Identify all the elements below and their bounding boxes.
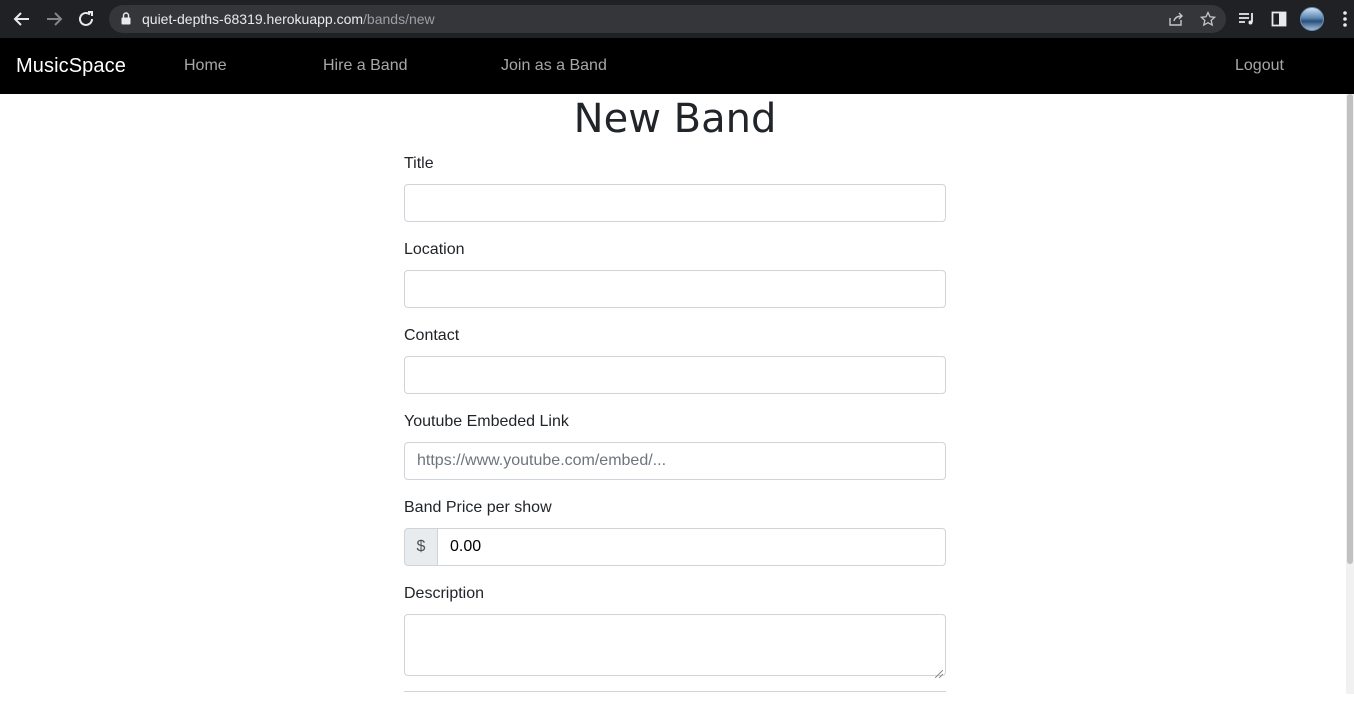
youtube-link-input[interactable]: https://www.youtube.com/embed/...	[404, 442, 946, 480]
price-label: Band Price per show	[404, 499, 552, 516]
title-input[interactable]	[404, 184, 946, 222]
location-input[interactable]	[404, 270, 946, 308]
next-field-edge	[404, 691, 946, 701]
resize-handle-icon[interactable]	[934, 665, 944, 679]
brand-logo[interactable]: MusicSpace	[16, 55, 126, 78]
page-title: New Band	[573, 96, 777, 142]
back-arrow-icon[interactable]	[10, 7, 34, 31]
price-input[interactable]: 0.00	[437, 528, 946, 566]
page-scrollbar[interactable]	[1346, 94, 1354, 694]
share-icon[interactable]	[1166, 9, 1186, 29]
description-label: Description	[404, 585, 485, 602]
youtube-link-label: Youtube Embeded Link	[404, 413, 569, 430]
browser-toolbar: quiet-depths-68319.herokuapp.com/bands/n…	[0, 0, 1354, 38]
nav-link-home[interactable]: Home	[184, 57, 227, 75]
media-playlist-icon[interactable]	[1235, 7, 1259, 31]
description-textarea[interactable]	[404, 614, 946, 679]
url-text: quiet-depths-68319.herokuapp.com/bands/n…	[142, 11, 435, 27]
price-input-group: $ 0.00	[404, 528, 946, 566]
reload-icon[interactable]	[74, 7, 98, 31]
title-label: Title	[404, 155, 434, 172]
scrollbar-thumb[interactable]	[1347, 94, 1353, 564]
nav-link-join-as-a-band[interactable]: Join as a Band	[501, 57, 607, 75]
contact-input[interactable]	[404, 356, 946, 394]
contact-label: Contact	[404, 327, 460, 344]
side-panel-icon[interactable]	[1267, 7, 1291, 31]
profile-avatar[interactable]	[1300, 7, 1324, 31]
bookmark-star-icon[interactable]	[1198, 9, 1218, 29]
nav-link-logout[interactable]: Logout	[1235, 57, 1284, 75]
youtube-link-placeholder: https://www.youtube.com/embed/...	[417, 452, 667, 469]
location-label: Location	[404, 241, 465, 258]
forward-arrow-icon[interactable]	[42, 7, 66, 31]
nav-link-hire-a-band[interactable]: Hire a Band	[323, 57, 408, 75]
price-placeholder: 0.00	[450, 538, 482, 555]
lock-icon	[121, 12, 131, 30]
address-bar[interactable]: quiet-depths-68319.herokuapp.com/bands/n…	[109, 5, 1226, 33]
kebab-menu-icon[interactable]	[1333, 7, 1354, 31]
currency-prefix: $	[404, 528, 438, 566]
site-navbar: MusicSpace Home Hire a Band Join as a Ba…	[0, 38, 1354, 94]
